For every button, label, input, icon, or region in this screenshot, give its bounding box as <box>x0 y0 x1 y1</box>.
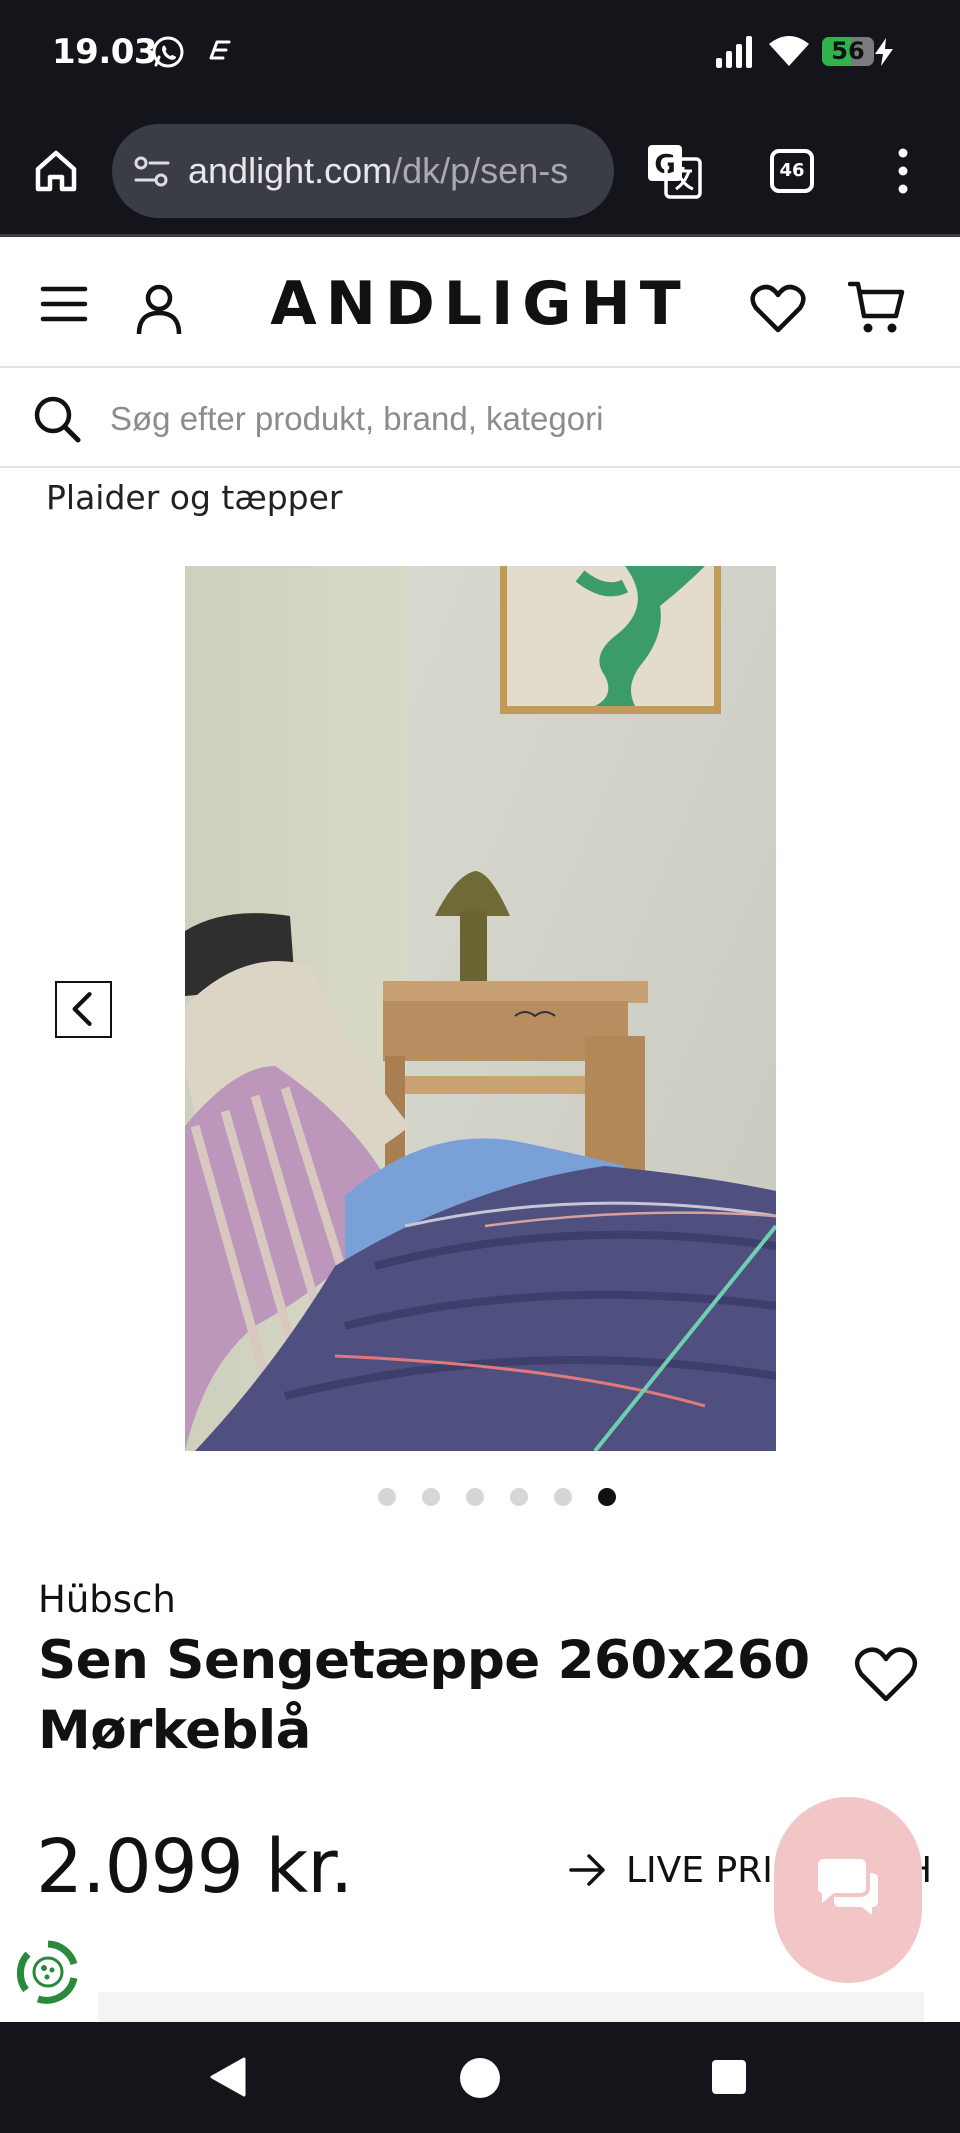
heart-icon[interactable] <box>750 284 806 334</box>
carousel-dot[interactable] <box>378 1488 396 1506</box>
e-notification-icon <box>209 40 231 60</box>
content-panel-edge <box>98 1992 924 2022</box>
product-price: 2.099 kr. <box>36 1824 353 1910</box>
product-photo[interactable] <box>185 566 776 1451</box>
eco-recycle-icon[interactable] <box>14 1938 82 2006</box>
nav-recents-icon[interactable] <box>712 2060 746 2094</box>
breadcrumb[interactable]: Plaider og tæpper <box>46 478 343 517</box>
status-time: 19.03 <box>52 32 158 72</box>
heart-icon[interactable] <box>854 1646 918 1704</box>
nav-home-icon[interactable] <box>460 2058 500 2098</box>
url-domain: andlight.com <box>188 150 393 191</box>
browser-toolbar: andlight.com/dk/p/sen-s G 46 <box>0 105 960 237</box>
chat-icon <box>818 1859 878 1915</box>
search-input[interactable] <box>110 384 930 454</box>
account-icon[interactable] <box>134 282 184 336</box>
carousel-dot[interactable] <box>422 1488 440 1506</box>
url-path: /dk/p/sen-s <box>392 150 569 191</box>
translate-icon[interactable]: G <box>646 143 702 199</box>
cart-icon[interactable] <box>848 280 906 336</box>
system-nav-bar <box>0 2022 960 2133</box>
chat-button[interactable] <box>774 1797 922 1983</box>
site-settings-icon[interactable] <box>132 152 172 192</box>
site-logo[interactable]: ANDLIGHT <box>270 269 689 339</box>
carousel-dot[interactable] <box>510 1488 528 1506</box>
battery-icon: 56 <box>822 37 874 66</box>
product-brand[interactable]: Hübsch <box>38 1578 176 1621</box>
carousel-dot-active[interactable] <box>598 1488 616 1506</box>
chevron-left-icon[interactable] <box>55 981 112 1038</box>
url-text[interactable]: andlight.com/dk/p/sen-s <box>188 124 568 218</box>
carousel-dot[interactable] <box>466 1488 484 1506</box>
site-header: ANDLIGHT <box>0 240 960 368</box>
nav-back-icon[interactable] <box>208 2056 248 2098</box>
battery-percent: 56 <box>831 37 865 65</box>
status-bar: 19.03 56 <box>0 0 960 105</box>
charging-bolt-icon <box>875 38 893 66</box>
more-vert-icon[interactable] <box>888 145 918 197</box>
menu-icon[interactable] <box>40 284 88 324</box>
arrow-right-icon <box>569 1854 605 1886</box>
signal-icon <box>716 36 752 68</box>
carousel-pagination <box>0 1486 960 1510</box>
tabs-icon[interactable]: 46 <box>770 149 814 193</box>
home-icon[interactable] <box>30 145 82 197</box>
wifi-icon <box>769 36 809 66</box>
product-image-carousel <box>0 566 960 1451</box>
carousel-dot[interactable] <box>554 1488 572 1506</box>
address-bar[interactable]: andlight.com/dk/p/sen-s <box>112 124 614 218</box>
whatsapp-icon <box>152 36 184 68</box>
product-title: Sen Sengetæppe 260x260 Mørkeblå <box>38 1630 810 1761</box>
search-bar <box>0 370 960 468</box>
search-icon[interactable] <box>32 394 82 444</box>
tab-count: 46 <box>779 160 805 181</box>
